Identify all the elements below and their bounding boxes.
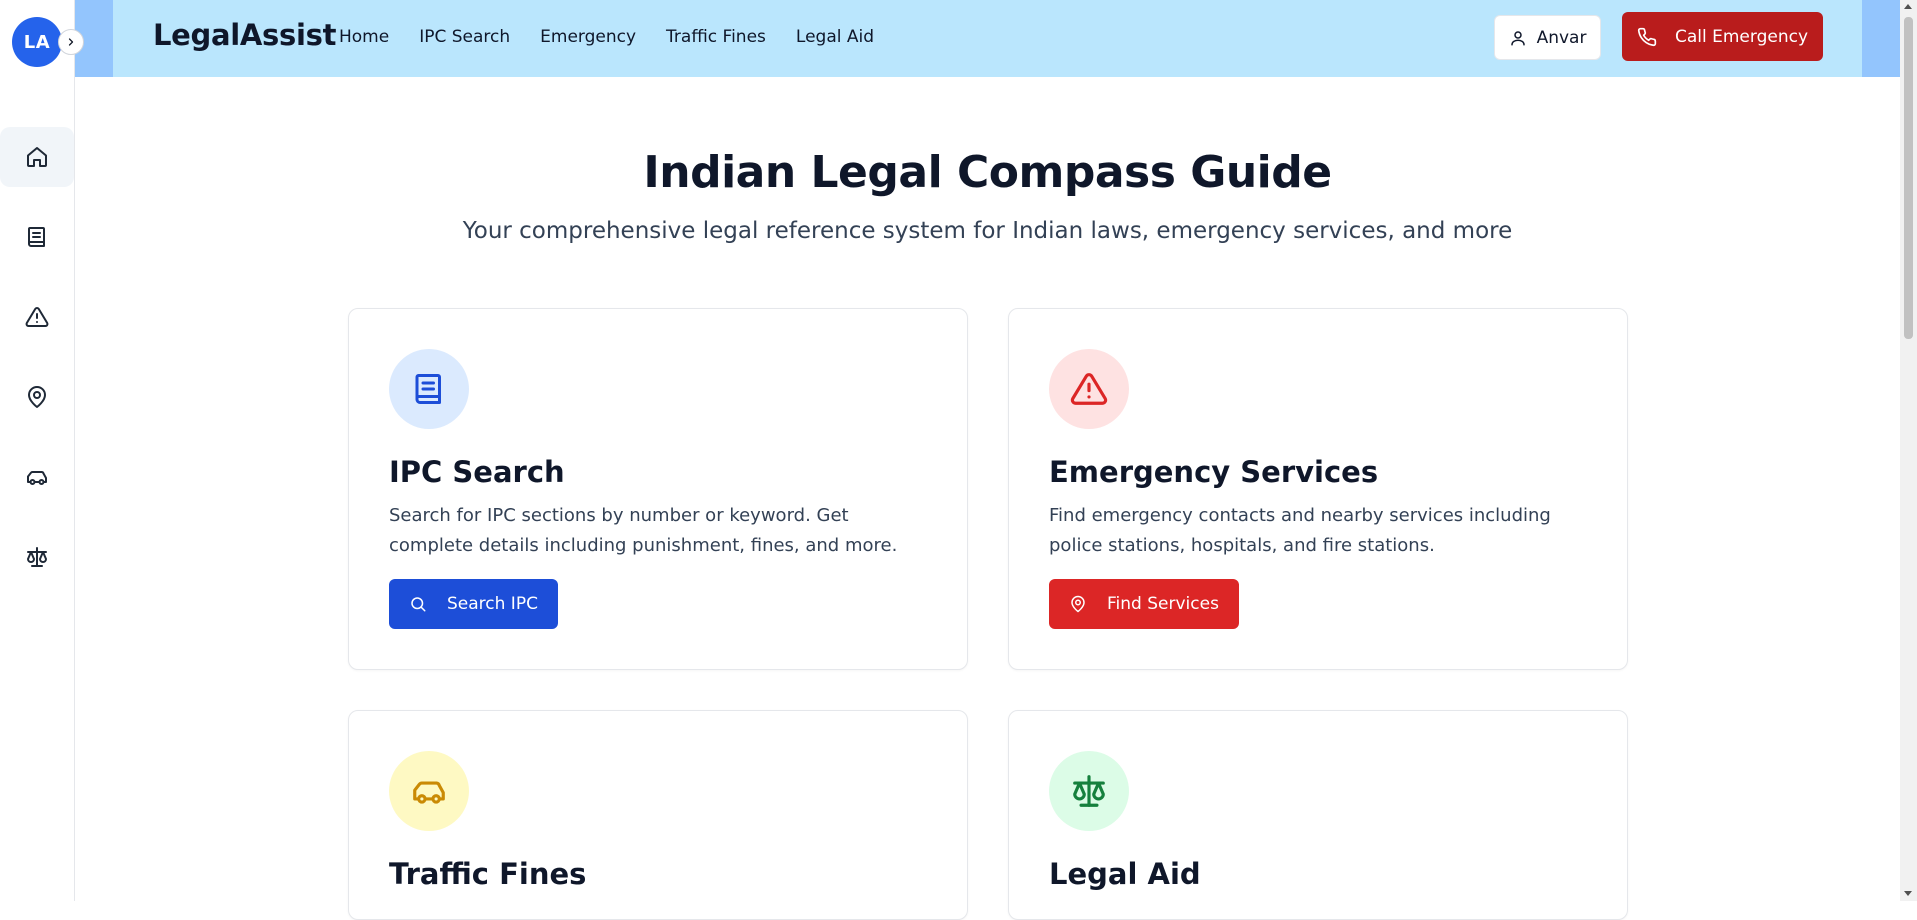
sidebar-toggle-button[interactable]	[58, 29, 84, 55]
sidebar-item-traffic[interactable]	[0, 447, 74, 507]
car-icon	[27, 471, 47, 485]
sidebar: LA	[0, 0, 84, 901]
emergency-services-card: Emergency Services Find emergency contac…	[1008, 308, 1628, 670]
nav-home[interactable]: Home	[339, 27, 389, 47]
scale-icon	[27, 547, 47, 567]
book-icon	[28, 227, 45, 247]
card-description: Search for IPC sections by number or key…	[389, 505, 898, 556]
nav-ipc-search[interactable]: IPC Search	[419, 27, 510, 47]
scroll-down-arrow[interactable]	[1904, 891, 1912, 896]
card-description: Find emergency contacts and nearby servi…	[1049, 505, 1551, 556]
scroll-up-arrow[interactable]	[1904, 4, 1912, 9]
chevron-right-icon	[68, 38, 74, 46]
avatar[interactable]: LA	[12, 17, 62, 67]
traffic-fines-card: Traffic Fines	[348, 710, 968, 920]
call-emergency-label: Call Emergency	[1674, 26, 1809, 47]
user-icon	[1510, 30, 1525, 45]
ipc-search-card: IPC Search Search for IPC sections by nu…	[348, 308, 968, 670]
find-services-button[interactable]: Find Services	[1049, 579, 1239, 629]
sidebar-item-home[interactable]	[0, 127, 74, 187]
card-title: Legal Aid	[1049, 857, 1201, 891]
alert-triangle-icon	[25, 306, 49, 327]
card-title: Emergency Services	[1049, 455, 1379, 489]
home-icon	[27, 147, 47, 167]
card-icon-wrap	[1049, 751, 1129, 831]
nav-legal-aid[interactable]: Legal Aid	[796, 27, 874, 47]
map-pin-icon	[28, 386, 46, 408]
map-pin-icon	[1071, 595, 1085, 613]
sidebar-item-location[interactable]	[0, 367, 74, 427]
phone-icon	[1637, 27, 1657, 46]
navbar-edge-right	[1862, 0, 1900, 77]
book-icon	[415, 374, 441, 404]
search-icon	[411, 597, 426, 612]
sidebar-item-emergency[interactable]	[0, 287, 74, 347]
nav-traffic-fines[interactable]: Traffic Fines	[666, 27, 766, 47]
card-icon-wrap	[1049, 349, 1129, 429]
page-subtitle: Your comprehensive legal reference syste…	[462, 218, 1513, 244]
search-ipc-button[interactable]: Search IPC	[389, 579, 558, 629]
card-title: IPC Search	[389, 455, 565, 489]
card-icon-wrap	[389, 751, 469, 831]
scrollbar-thumb[interactable]	[1904, 17, 1913, 339]
page-title: Indian Legal Compass Guide	[643, 147, 1332, 198]
find-services-label: Find Services	[1107, 594, 1219, 614]
brand-logo-text[interactable]: LegalAssist	[153, 18, 336, 52]
user-button[interactable]: Anvar	[1494, 15, 1601, 60]
card-icon-wrap	[389, 349, 469, 429]
scale-icon	[1073, 775, 1105, 807]
car-icon	[413, 781, 445, 804]
call-emergency-button[interactable]: Call Emergency	[1622, 12, 1823, 61]
main-nav: Home IPC Search Emergency Traffic Fines …	[339, 27, 904, 47]
sidebar-item-ipc[interactable]	[0, 207, 74, 267]
user-name: Anvar	[1536, 27, 1587, 48]
sidebar-item-legal-aid[interactable]	[0, 527, 74, 587]
alert-triangle-icon	[1070, 373, 1108, 405]
nav-emergency[interactable]: Emergency	[540, 27, 636, 47]
card-title: Traffic Fines	[389, 857, 587, 891]
search-ipc-label: Search IPC	[447, 594, 538, 614]
legal-aid-card: Legal Aid	[1008, 710, 1628, 920]
